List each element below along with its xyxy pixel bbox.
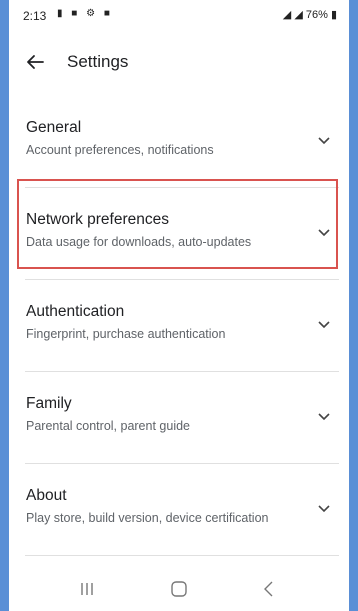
settings-item-label: General bbox=[26, 119, 82, 136]
settings-item-network-preferences[interactable]: Network preferences Data usage for downl… bbox=[9, 188, 349, 280]
settings-item-label: About bbox=[26, 487, 67, 504]
phone-screen: 2:13 ▮ ■ ⚙ ■ ◢ ◢ 76% ▮ Settings General … bbox=[9, 0, 349, 611]
page-title: Settings bbox=[67, 52, 129, 71]
settings-item-description: Account preferences, notifications bbox=[26, 143, 214, 157]
settings-item-family[interactable]: Family Parental control, parent guide bbox=[9, 372, 349, 464]
notification-icons: ▮ ■ ⚙ ■ bbox=[57, 8, 113, 19]
status-right: ◢ ◢ 76% ▮ bbox=[283, 8, 337, 21]
back-nav-icon[interactable] bbox=[257, 578, 281, 600]
battery-icon: ▮ bbox=[330, 9, 337, 21]
home-icon[interactable] bbox=[167, 578, 191, 600]
chevron-down-icon[interactable] bbox=[317, 412, 331, 422]
signal-icon: ◢ ◢ bbox=[282, 9, 303, 21]
chevron-down-icon[interactable] bbox=[317, 228, 331, 238]
settings-item-description: Data usage for downloads, auto-updates bbox=[26, 235, 252, 249]
battery-level: 76% bbox=[305, 9, 328, 21]
status-time: 2:13 bbox=[23, 9, 47, 23]
settings-item-authentication[interactable]: Authentication Fingerprint, purchase aut… bbox=[9, 280, 349, 372]
chevron-down-icon[interactable] bbox=[317, 320, 331, 330]
settings-item-label: Network preferences bbox=[26, 211, 170, 228]
arrow-back-icon[interactable] bbox=[23, 50, 47, 74]
settings-item-general[interactable]: General Account preferences, notificatio… bbox=[9, 96, 349, 188]
settings-list: General Account preferences, notificatio… bbox=[9, 96, 349, 556]
settings-item-description: Parental control, parent guide bbox=[26, 419, 190, 433]
divider bbox=[25, 555, 339, 556]
chevron-down-icon[interactable] bbox=[317, 504, 331, 514]
top-app-bar: Settings bbox=[9, 44, 349, 84]
recent-apps-icon[interactable] bbox=[75, 578, 99, 600]
settings-item-about[interactable]: About Play store, build version, device … bbox=[9, 464, 349, 556]
settings-item-description: Fingerprint, purchase authentication bbox=[26, 327, 226, 341]
chevron-down-icon[interactable] bbox=[317, 136, 331, 146]
settings-item-description: Play store, build version, device certif… bbox=[26, 511, 269, 525]
system-nav-bar bbox=[9, 568, 349, 611]
status-bar: 2:13 ▮ ■ ⚙ ■ ◢ ◢ 76% ▮ bbox=[9, 0, 349, 30]
settings-item-label: Authentication bbox=[26, 303, 125, 320]
settings-item-label: Family bbox=[26, 395, 72, 412]
